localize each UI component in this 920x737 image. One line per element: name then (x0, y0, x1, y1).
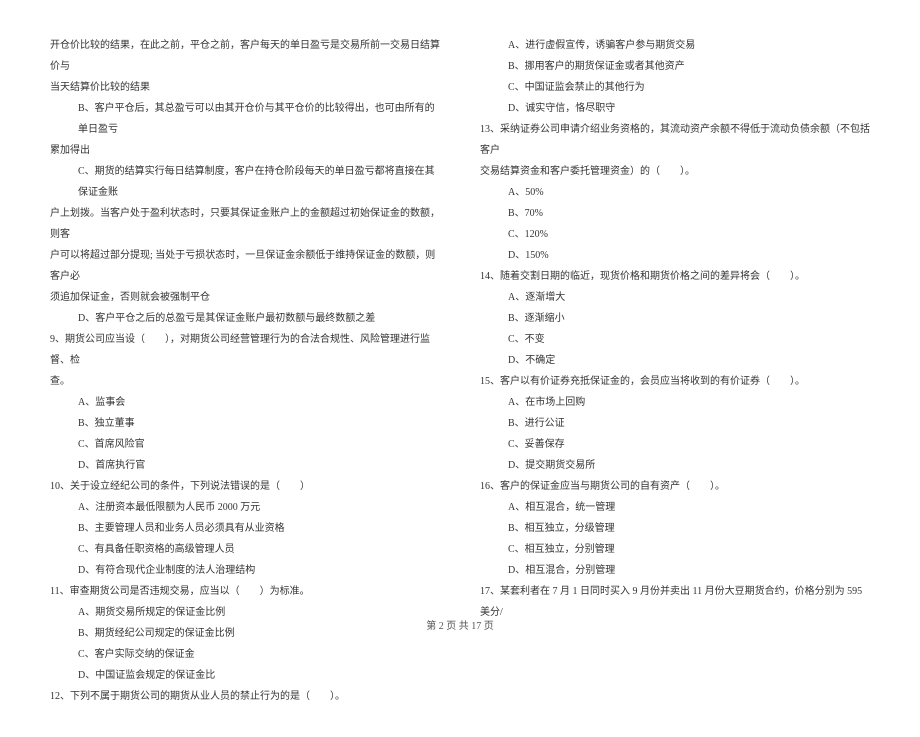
option-b: B、相互独立，分级管理 (480, 518, 870, 539)
option-d: D、150% (480, 245, 870, 266)
option-a: A、50% (480, 182, 870, 203)
option-b: B、独立董事 (50, 413, 440, 434)
option-c: C、不变 (480, 329, 870, 350)
text-line: 累加得出 (50, 140, 440, 161)
option-c: C、中国证监会禁止的其他行为 (480, 77, 870, 98)
option-c: C、相互独立，分别管理 (480, 539, 870, 560)
option-b: B、进行公证 (480, 413, 870, 434)
question-10: 10、关于设立经纪公司的条件，下列说法错误的是（ ） (50, 476, 440, 497)
question-9: 9、期货公司应当设（ ），对期货公司经营管理行为的合法合规性、风险管理进行监督、… (50, 329, 440, 371)
option-d: D、有符合现代企业制度的法人治理结构 (50, 560, 440, 581)
left-column: 开仓价比较的结果，在此之前，平仓之前，客户每天的单日盈亏是交易所前一交易日结算价… (50, 35, 440, 707)
text-line: 须追加保证金，否则就会被强制平仓 (50, 287, 440, 308)
right-column: A、进行虚假宣传，诱骗客户参与期货交易 B、挪用客户的期货保证金或者其他资产 C… (480, 35, 870, 707)
text-line: 当天结算价比较的结果 (50, 77, 440, 98)
question-15: 15、客户以有价证券充抵保证金的，会员应当将收到的有价证券（ ）。 (480, 371, 870, 392)
question-12: 12、下列不属于期货公司的期货从业人员的禁止行为的是（ ）。 (50, 686, 440, 707)
option-c: C、客户实际交纳的保证金 (50, 644, 440, 665)
option-d: D、诚实守信，恪尽职守 (480, 98, 870, 119)
option-a: A、逐渐增大 (480, 287, 870, 308)
option-d: D、客户平仓之后的总盈亏是其保证金账户最初数额与最终数额之差 (50, 308, 440, 329)
option-a: A、注册资本最低限额为人民币 2000 万元 (50, 497, 440, 518)
option-d: D、首席执行官 (50, 455, 440, 476)
option-b: B、客户平仓后，其总盈亏可以由其开仓价与其平仓价的比较得出，也可由所有的单日盈亏 (50, 98, 440, 140)
question-16: 16、客户的保证金应当与期货公司的自有资产（ ）。 (480, 476, 870, 497)
option-c: C、妥善保存 (480, 434, 870, 455)
option-b: B、70% (480, 203, 870, 224)
question-13: 13、采纳证券公司申请介绍业务资格的，其流动资产余额不得低于流动负债余额（不包括… (480, 119, 870, 161)
option-b: B、主要管理人员和业务人员必须具有从业资格 (50, 518, 440, 539)
option-c: C、有具备任职资格的高级管理人员 (50, 539, 440, 560)
option-a: A、相互混合，统一管理 (480, 497, 870, 518)
option-b: B、逐渐缩小 (480, 308, 870, 329)
option-c: C、期货的结算实行每日结算制度，客户在持仓阶段每天的单日盈亏都将直接在其保证金账 (50, 161, 440, 203)
text-line: 户上划拨。当客户处于盈利状态时，只要其保证金账户上的金额超过初始保证金的数额，则… (50, 203, 440, 245)
option-a: A、监事会 (50, 392, 440, 413)
option-d: D、提交期货交易所 (480, 455, 870, 476)
option-a: A、在市场上回购 (480, 392, 870, 413)
text-line: 交易结算资金和客户委托管理资金）的（ ）。 (480, 161, 870, 182)
text-line: 查。 (50, 371, 440, 392)
question-14: 14、随着交割日期的临近，现货价格和期货价格之间的差异将会（ ）。 (480, 266, 870, 287)
option-b: B、挪用客户的期货保证金或者其他资产 (480, 56, 870, 77)
text-line: 户可以将超过部分提现; 当处于亏损状态时，一旦保证金余额低于维持保证金的数额，则… (50, 245, 440, 287)
option-a: A、进行虚假宣传，诱骗客户参与期货交易 (480, 35, 870, 56)
option-c: C、120% (480, 224, 870, 245)
page-footer: 第 2 页 共 17 页 (0, 617, 920, 632)
option-c: C、首席风险官 (50, 434, 440, 455)
text-line: 开仓价比较的结果，在此之前，平仓之前，客户每天的单日盈亏是交易所前一交易日结算价… (50, 35, 440, 77)
question-11: 11、审查期货公司是否违规交易，应当以（ ）为标准。 (50, 581, 440, 602)
option-d: D、中国证监会规定的保证金比 (50, 665, 440, 686)
option-d: D、相互混合，分别管理 (480, 560, 870, 581)
option-d: D、不确定 (480, 350, 870, 371)
